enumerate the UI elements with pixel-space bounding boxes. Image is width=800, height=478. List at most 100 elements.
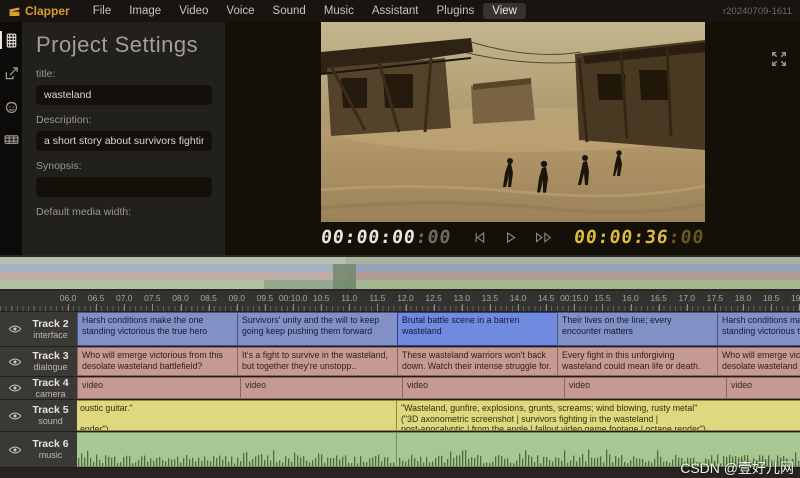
track-name: Track 6 [28, 438, 73, 450]
track-lane-interface: Harsh conditions make the one standing v… [77, 312, 800, 346]
version-label: r20240709-1611 [723, 6, 792, 17]
eye-icon[interactable] [8, 381, 22, 395]
track-name: Track 2 [28, 318, 73, 330]
timeline-cell-camera[interactable]: video [402, 377, 565, 399]
menu-item-file[interactable]: File [84, 3, 121, 19]
timeline-cell-camera[interactable]: video [240, 377, 403, 399]
field-title: title: [36, 68, 213, 105]
ruler-major-tick [406, 304, 407, 311]
ruler-label: 11.5 [369, 293, 385, 303]
timeline-cell-music[interactable] [77, 432, 397, 467]
ruler-major-tick [434, 304, 435, 311]
settings-fields: title: Description: Synopsis: Default media… [36, 68, 213, 218]
export-icon[interactable] [0, 63, 22, 83]
timeline-cell-interface[interactable]: Survivors' unity and the will to keep go… [237, 312, 398, 346]
wasteland-scene [321, 22, 705, 222]
timeline-cell-dialogue[interactable]: It's a fight to survive in the wasteland… [237, 347, 398, 376]
footage-icon[interactable] [0, 129, 22, 149]
watermark: CSDN @壹好儿网 [680, 458, 794, 478]
ruler-label: 15.5 [594, 293, 611, 303]
ruler-major-tick [265, 304, 266, 311]
ruler-major-tick [152, 304, 153, 311]
ruler-major-tick [631, 304, 632, 311]
track-header-music: Track 6music [0, 432, 77, 467]
timeline-cell-sound[interactable]: "Wasteland, gunfire, explosions, grunts,… [396, 400, 800, 431]
timeline-cell-interface[interactable]: Their lives on the line; every encounter… [557, 312, 718, 346]
timeline-cell-interface[interactable]: Harsh conditions make the one standing v… [717, 312, 800, 346]
timeline-cell-dialogue[interactable]: Every fight in this unforgiving wastelan… [557, 347, 718, 376]
track-header-interface: Track 2interface [0, 312, 77, 346]
skip-to-start-icon[interactable] [472, 230, 487, 246]
field-description: Description: [36, 114, 213, 151]
timeline-cell-sound[interactable]: oustic guitar." ender") [77, 400, 397, 431]
title-input[interactable] [36, 85, 212, 105]
eye-icon[interactable] [8, 409, 22, 423]
fullscreen-icon[interactable] [770, 50, 788, 68]
ruler-label: 00:10.0 [279, 293, 307, 303]
eye-icon[interactable] [8, 443, 22, 457]
ruler-label: 07.5 [144, 293, 161, 303]
track-row-dialogue: Track 3dialogue Who will emerge victoriou… [0, 347, 800, 377]
transport-buttons [472, 230, 554, 246]
track-row-sound: Track 5soundoustic guitar." ender")"Wast… [0, 400, 800, 432]
timeline-cell-camera[interactable]: video [564, 377, 727, 399]
timeline-cell-interface[interactable]: Brutal battle scene in a barren wastelan… [397, 312, 558, 346]
project-settings-panel: Project Settings title: Description: Synop… [22, 22, 225, 255]
timeline-cell-camera[interactable]: video [726, 377, 800, 399]
ruler-label: 10.5 [313, 293, 330, 303]
video-canvas[interactable] [321, 22, 705, 222]
total-timecode: 00:00:36:00 [573, 227, 706, 248]
play-icon[interactable] [503, 230, 518, 246]
menu-item-music[interactable]: Music [315, 3, 363, 19]
ruler-label: 11.0 [341, 293, 357, 303]
timeline-cell-camera[interactable]: video [77, 377, 241, 399]
minimap-viewport[interactable] [0, 257, 346, 289]
ruler-label: 14.0 [510, 293, 527, 303]
ruler-major-tick [602, 304, 603, 311]
menu-items: FileImageVideoVoiceSoundMusicAssistantPl… [84, 3, 526, 19]
characters-icon[interactable] [0, 96, 22, 116]
ruler-label: 09.0 [228, 293, 245, 303]
menu-item-view[interactable]: View [483, 3, 526, 19]
eye-icon[interactable] [8, 355, 22, 369]
timeline-cell-dialogue[interactable]: Who will emerge victorious from this des… [77, 347, 238, 376]
ruler-major-tick [68, 304, 69, 311]
timeline-minimap[interactable] [0, 255, 800, 291]
ruler-label: 17.5 [707, 293, 724, 303]
timeline-cell-interface[interactable]: Harsh conditions make the one standing v… [77, 312, 238, 346]
ruler-major-tick [490, 304, 491, 311]
menu-item-plugins[interactable]: Plugins [428, 3, 484, 19]
timeline-cell-dialogue[interactable]: These wasteland warriors won't back down… [397, 347, 558, 376]
project-settings-icon[interactable] [0, 30, 22, 50]
fast-forward-icon[interactable] [534, 230, 554, 246]
description-input[interactable] [36, 131, 212, 151]
main-area: Project Settings title: Description: Synop… [0, 22, 800, 255]
panel-title: Project Settings [36, 32, 213, 58]
ruler-label: 06.5 [88, 293, 105, 303]
field-label-title: title: [36, 68, 213, 80]
field-label-description: Description: [36, 114, 213, 126]
app-logo[interactable]: Clapper [8, 4, 70, 18]
menu-item-assistant[interactable]: Assistant [363, 3, 428, 19]
synopsis-input[interactable] [36, 177, 212, 197]
track-row-interface: Track 2interfaceHarsh conditions make th… [0, 312, 800, 347]
ruler-major-tick [293, 304, 294, 311]
menu-item-image[interactable]: Image [120, 3, 170, 19]
timeline-cell-dialogue[interactable]: Who will emerge victorious from this des… [717, 347, 800, 376]
track-name: Track 3 [28, 350, 73, 362]
menu-item-video[interactable]: Video [170, 3, 217, 19]
transport-bar: 00:00:00:00 00:00:36:00 [321, 222, 705, 253]
ruler-major-tick [181, 304, 182, 311]
track-header-camera: Track 4camera [0, 377, 77, 399]
field-synopsis: Synopsis: [36, 160, 213, 197]
ruler-label: 08.0 [172, 293, 189, 303]
minimap-handle[interactable] [333, 264, 356, 289]
field-label-default-media-width: Default media width: [36, 206, 213, 218]
ruler-label: 13.5 [482, 293, 499, 303]
field-default-media-width: Default media width: [36, 206, 213, 218]
eye-icon[interactable] [8, 322, 22, 336]
track-type: dialogue [28, 362, 73, 372]
timeline-ruler[interactable]: 06.006.507.007.508.008.509.009.500:10.01… [0, 291, 800, 312]
menu-item-voice[interactable]: Voice [217, 3, 263, 19]
menu-item-sound[interactable]: Sound [264, 3, 315, 19]
